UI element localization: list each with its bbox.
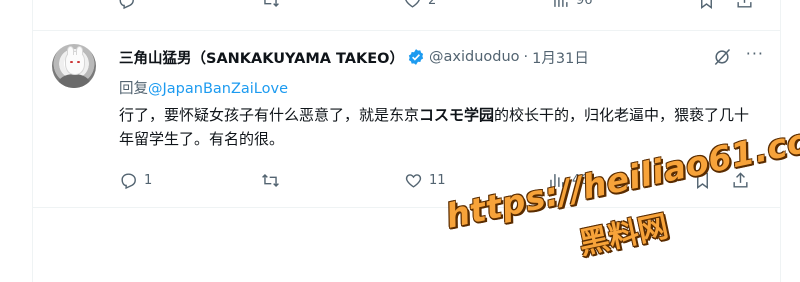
bookmark-icon [701,0,712,10]
like-icon [405,174,422,188]
retweet-icon [262,173,279,188]
previous-tweet-actions: 2 96 [33,0,780,14]
like-count: 11 [429,173,446,188]
previous-retweet-button[interactable] [261,0,280,10]
like-icon [405,0,420,8]
previous-reply-button[interactable] [117,0,136,10]
share-icon [737,0,752,8]
previous-bookmark-button[interactable] [697,0,716,10]
like-button[interactable]: 11 [404,171,446,190]
tweet-text-part1: 行了，要怀疑女孩子有什么恶意了，就是东京 [119,106,420,124]
views-icon [554,0,568,7]
tweet-text: 行了，要怀疑女孩子有什么恶意了，就是东京コスモ学园的校长干的，归化老逼中，猥亵了… [119,103,759,151]
reply-to-link[interactable]: @JapanBanZaiLove [148,81,288,97]
divider [33,207,780,208]
reply-count: 1 [144,173,153,188]
handle[interactable]: @axiduoduo [429,49,520,65]
reply-icon [121,173,136,190]
retweet-button[interactable] [261,171,286,190]
verified-badge-icon [408,49,424,65]
reply-button[interactable]: 1 [119,171,152,190]
grok-icon[interactable] [712,47,732,67]
previous-views-button[interactable]: 96 [551,0,593,10]
avatar[interactable] [52,44,96,88]
separator: · [523,49,529,65]
tweet-date[interactable]: 1月31日 [532,47,589,68]
previous-views-count: 96 [576,0,593,8]
previous-like-button[interactable]: 2 [403,0,436,10]
tweet-header: 三角山猛男（SANKAKUYAMA TAKEO） @axiduoduo · 1月… [119,44,770,68]
reply-prefix: 回复 [119,81,148,97]
display-name[interactable]: 三角山猛男（SANKAKUYAMA TAKEO） [119,47,404,68]
retweet-icon [264,0,279,8]
more-icon[interactable]: ··· [746,44,764,63]
tweet-text-bold: コスモ学园 [419,106,495,124]
reply-context: 回复@JapanBanZaiLove [119,77,288,98]
reply-icon [119,0,134,10]
previous-share-button[interactable] [735,0,754,10]
previous-like-count: 2 [428,0,437,8]
